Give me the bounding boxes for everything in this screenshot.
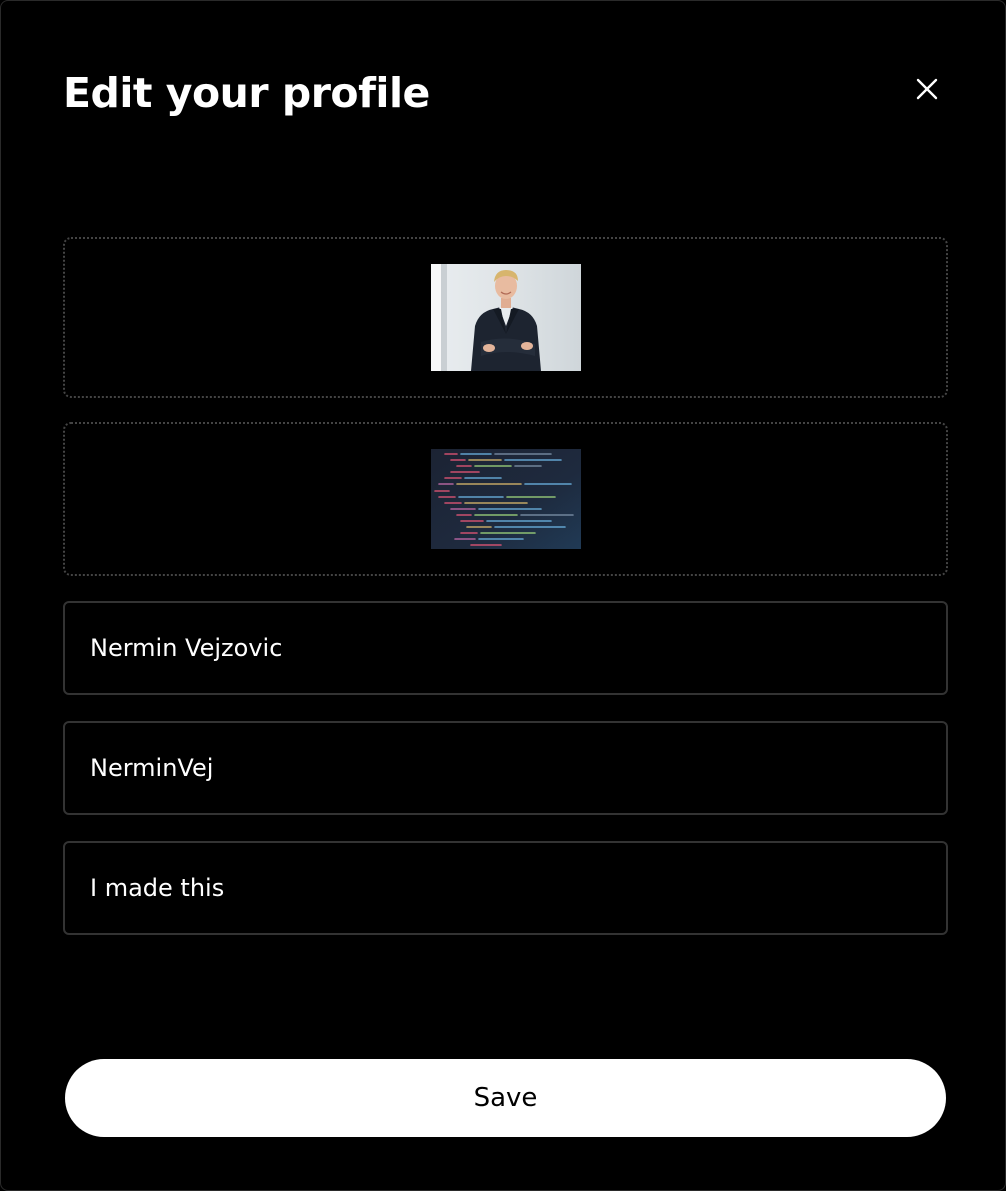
close-button[interactable] — [907, 69, 947, 109]
username-field[interactable]: NerminVej — [63, 721, 948, 815]
avatar-upload-dropzone[interactable] — [63, 237, 948, 398]
banner-image — [430, 449, 581, 549]
bio-field[interactable]: I made this — [63, 841, 948, 935]
modal-title: Edit your profile — [63, 69, 430, 117]
close-icon — [916, 78, 938, 100]
edit-profile-modal: Edit your profile Nermin Vejzovic Nermin… — [0, 0, 1006, 1191]
banner-upload-dropzone[interactable] — [63, 422, 948, 576]
name-field[interactable]: Nermin Vejzovic — [63, 601, 948, 695]
save-button[interactable]: Save — [65, 1059, 946, 1137]
avatar-image — [430, 264, 581, 371]
